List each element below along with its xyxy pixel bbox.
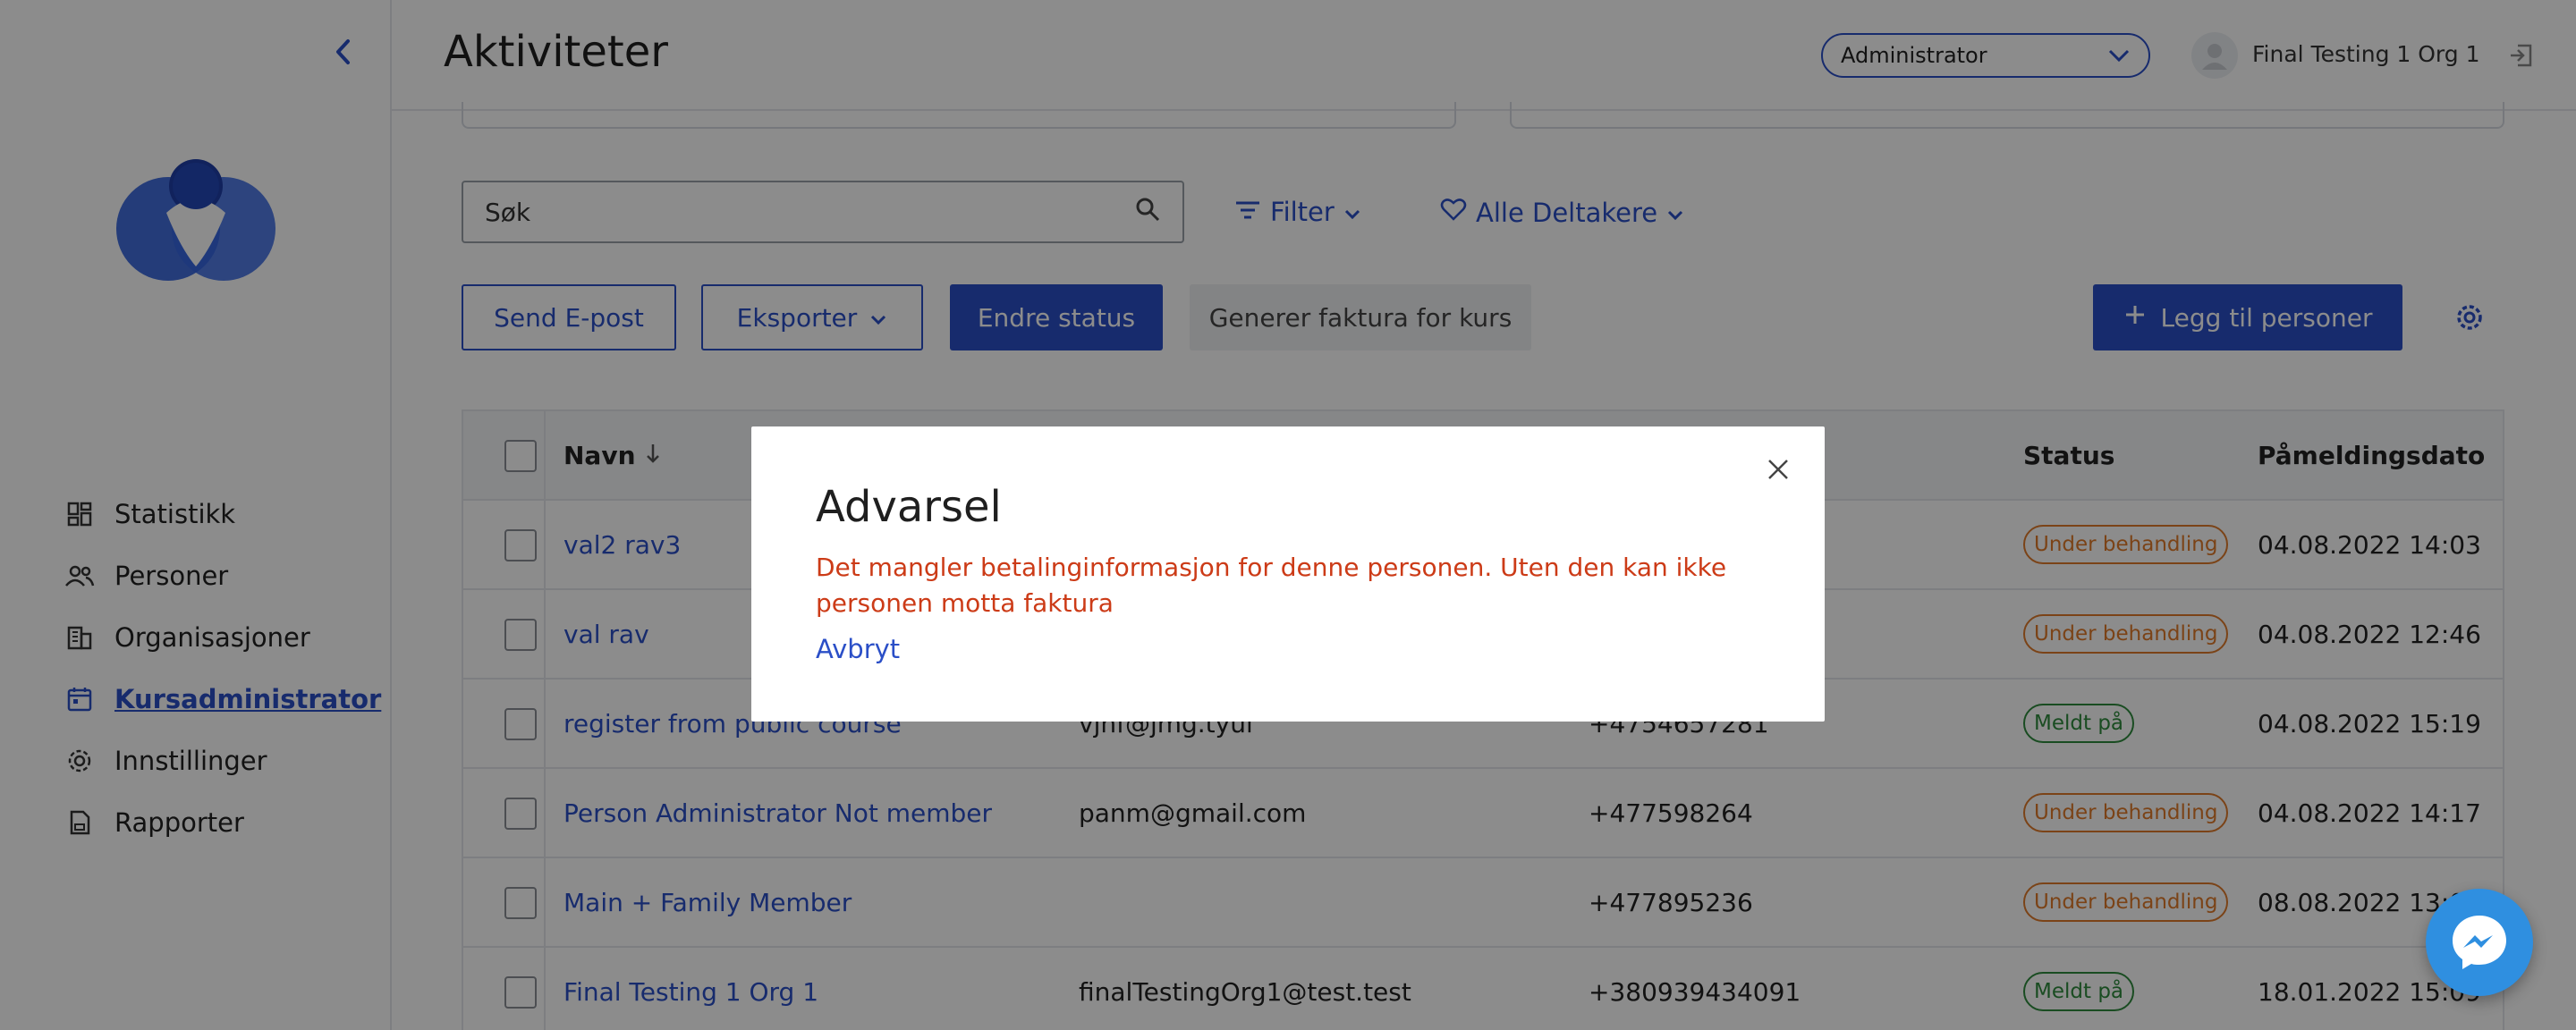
modal-title: Advarsel bbox=[816, 482, 1002, 532]
close-icon bbox=[1768, 460, 1788, 479]
modal-warning-message: Det mangler betalinginformasjon for denn… bbox=[816, 553, 1727, 618]
messenger-chat-button[interactable] bbox=[2426, 889, 2533, 996]
warning-modal: Advarsel Det mangler betalinginformasjon… bbox=[751, 426, 1825, 722]
cancel-button[interactable]: Avbryt bbox=[816, 634, 900, 664]
modal-close-button[interactable] bbox=[1762, 453, 1794, 485]
messenger-icon bbox=[2453, 916, 2506, 969]
